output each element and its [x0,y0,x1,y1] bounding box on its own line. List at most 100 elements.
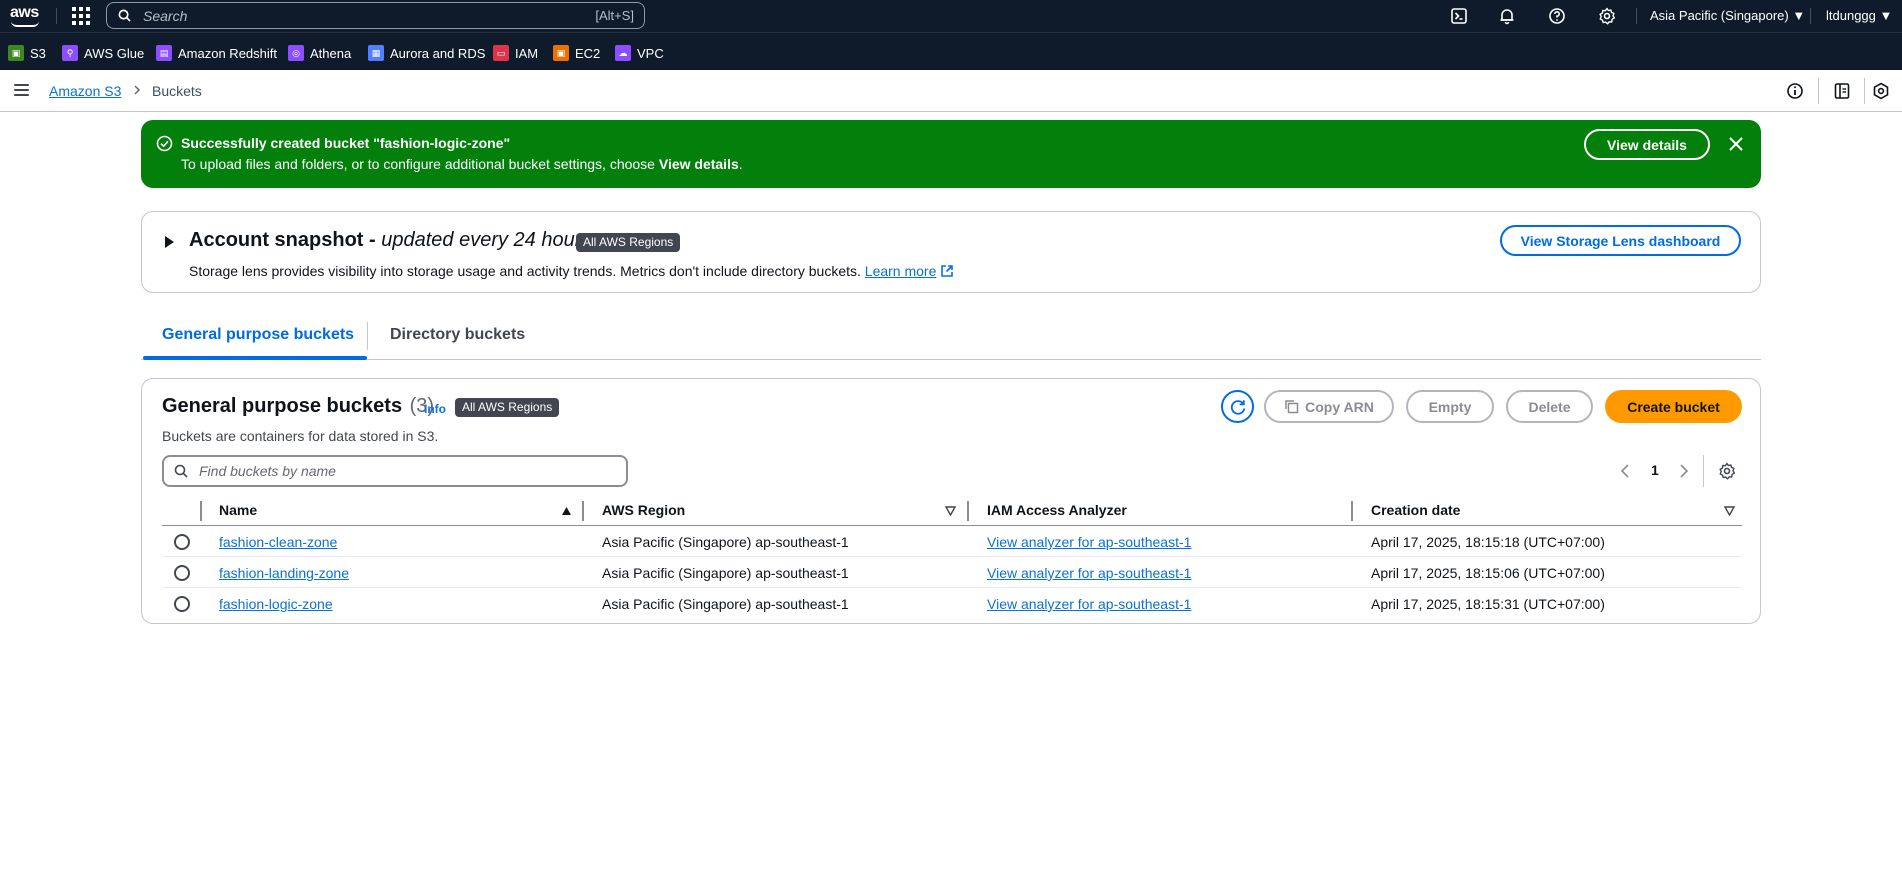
delete-button[interactable]: Delete [1506,390,1593,423]
bucket-region: Asia Pacific (Singapore) ap-southeast-1 [602,565,849,581]
snapshot-description-text: Storage lens provides visibility into st… [189,263,865,279]
help-icon[interactable] [1548,7,1566,25]
column-header-region[interactable]: AWS Region [602,502,685,518]
flash-message: To upload files and folders, or to confi… [181,156,743,172]
column-header-name[interactable]: Name [219,502,257,518]
bucket-name-link[interactable]: fashion-clean-zone [219,534,337,550]
region-selector[interactable]: Asia Pacific (Singapore) ▼ [1650,8,1805,23]
page-number[interactable]: 1 [1651,462,1659,478]
iam-icon: ▭ [493,45,509,61]
favorite-vpc[interactable]: ☁ VPC [615,44,664,62]
flash-message-end: . [738,156,743,172]
snapshot-title-italic: updated every 24 hours [381,229,592,251]
bucket-creation-date: April 17, 2025, 18:15:06 (UTC+07:00) [1371,565,1605,581]
bell-icon[interactable] [1498,7,1516,25]
bucket-name-link[interactable]: fashion-landing-zone [219,565,349,581]
bucket-name-link[interactable]: fashion-logic-zone [219,596,333,612]
favorite-s3[interactable]: ▣ S3 [8,44,46,62]
all-regions-badge: All AWS Regions [455,398,560,417]
favorite-ec2[interactable]: ▣ EC2 [553,44,600,62]
view-analyzer-link[interactable]: View analyzer for ap-southeast-1 [987,596,1191,612]
close-icon[interactable] [1728,136,1744,152]
bucket-filter[interactable] [162,455,628,487]
services-grid-icon[interactable] [72,7,90,25]
chevron-right-icon [134,85,141,95]
aws-logo[interactable]: aws [8,3,42,29]
buckets-heading: General purpose buckets (3) [162,395,434,418]
info-link[interactable]: Info [424,402,446,416]
divider [367,322,368,350]
favorite-label: S3 [30,45,46,61]
table-row[interactable]: fashion-landing-zone Asia Pacific (Singa… [162,557,1742,588]
favorite-iam[interactable]: ▭ IAM [493,44,538,62]
menu-icon[interactable] [14,84,29,96]
favorite-athena[interactable]: ◎ Athena [288,44,351,62]
flash-message-bold: View details [658,156,739,172]
info-icon[interactable] [1786,82,1804,100]
row-select-radio[interactable] [174,596,190,612]
snapshot-description: Storage lens provides visibility into st… [189,263,954,279]
sort-icon[interactable] [1724,506,1735,516]
all-regions-badge: All AWS Regions [576,233,681,252]
favorite-aws-glue[interactable]: ⚲ AWS Glue [62,44,144,62]
divider [1810,8,1811,24]
view-details-button[interactable]: View details [1584,129,1710,160]
row-select-radio[interactable] [174,534,190,550]
learn-more-link[interactable]: Learn more [865,263,937,279]
success-flash: Successfully created bucket "fashion-log… [141,120,1761,188]
copy-icon [1285,400,1299,414]
athena-icon: ◎ [288,45,304,61]
search-input[interactable] [143,6,543,26]
table-header: Name AWS Region IAM Access Analyzer Crea… [162,496,1742,526]
notifications-panel-icon[interactable] [1833,82,1851,100]
view-analyzer-link[interactable]: View analyzer for ap-southeast-1 [987,565,1191,581]
expand-caret-icon[interactable] [165,236,174,248]
column-divider [967,501,969,521]
copy-arn-button[interactable]: Copy ARN [1264,390,1394,423]
sort-icon[interactable] [945,506,956,516]
favorite-aurora-rds[interactable]: ▦ Aurora and RDS [368,44,485,62]
favorite-label: IAM [515,45,539,61]
chevron-right-icon[interactable] [1679,464,1689,478]
sort-ascending-icon[interactable] [561,506,572,516]
create-bucket-button[interactable]: Create bucket [1605,390,1742,423]
find-buckets-input[interactable] [199,462,619,480]
buckets-table: Name AWS Region IAM Access Analyzer Crea… [162,496,1742,619]
row-select-radio[interactable] [174,565,190,581]
aws-logo-smile [11,21,39,27]
favorite-label: VPC [637,45,664,61]
bucket-tabs: General purpose buckets Directory bucket… [141,312,1761,360]
view-analyzer-link[interactable]: View analyzer for ap-southeast-1 [987,534,1191,550]
account-menu[interactable]: ltdunggg ▼ [1826,8,1892,23]
view-storage-lens-button[interactable]: View Storage Lens dashboard [1500,225,1741,256]
gear-icon[interactable] [1598,7,1616,25]
gear-icon[interactable] [1718,462,1736,480]
snapshot-title[interactable]: Account snapshot - updated every 24 hour… [189,229,591,252]
breadcrumb-bar: Amazon S3 Buckets [0,70,1902,112]
table-row[interactable]: fashion-clean-zone Asia Pacific (Singapo… [162,526,1742,557]
tab-directory-buckets[interactable]: Directory buckets [390,326,525,344]
breadcrumb-amazon-s3[interactable]: Amazon S3 [49,83,121,99]
favorites-bar: ▣ S3 ⚲ AWS Glue ▤ Amazon Redshift ◎ Athe… [0,32,1902,70]
chevron-left-icon[interactable] [1620,464,1630,478]
cloudshell-icon[interactable] [1450,7,1468,25]
rds-icon: ▦ [368,45,384,61]
column-header-creation-date[interactable]: Creation date [1371,502,1460,518]
settings-hexagon-icon[interactable] [1872,82,1890,100]
favorite-label: Aurora and RDS [390,45,486,61]
search-box[interactable]: [Alt+S] [106,2,645,29]
table-row[interactable]: fashion-logic-zone Asia Pacific (Singapo… [162,588,1742,619]
column-header-iam-analyzer[interactable]: IAM Access Analyzer [987,502,1127,518]
s3-icon: ▣ [8,45,24,61]
copy-arn-label: Copy ARN [1305,398,1374,415]
favorite-amazon-redshift[interactable]: ▤ Amazon Redshift [156,44,277,62]
divider [1636,8,1637,24]
favorite-label: Athena [310,45,352,61]
empty-button[interactable]: Empty [1406,390,1494,423]
general-purpose-buckets-panel: General purpose buckets (3) Info All AWS… [141,378,1761,624]
buckets-title: General purpose buckets [162,395,403,417]
tab-general-purpose-buckets[interactable]: General purpose buckets [162,326,354,344]
refresh-button[interactable] [1221,390,1254,423]
ec2-icon: ▣ [553,45,569,61]
top-navigation: aws [Alt+S] Asia Pacific (Singapore) ▼ l… [0,0,1902,32]
